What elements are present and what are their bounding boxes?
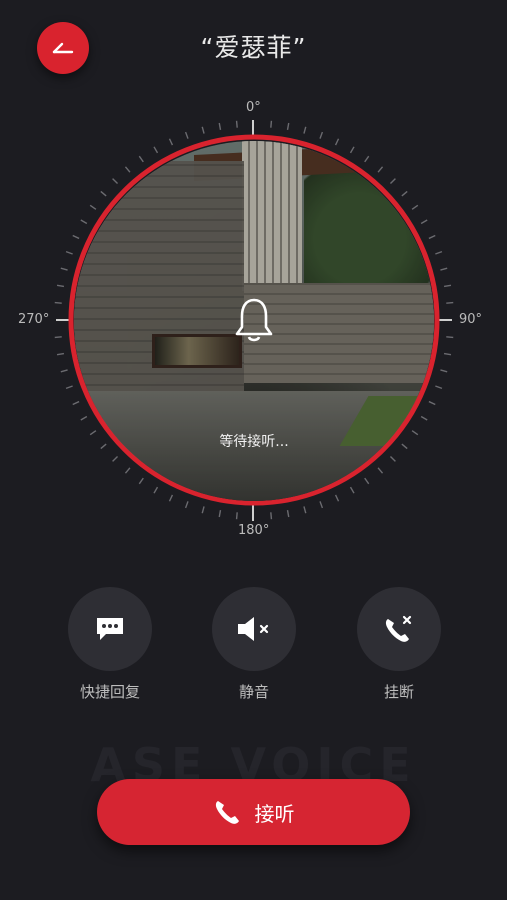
dial-tick [270, 120, 273, 128]
quick-reply-button[interactable]: 快捷回复 [68, 587, 152, 702]
dial-tick [56, 284, 65, 288]
hangup-button[interactable]: 挂断 [357, 587, 441, 702]
dial-tick [60, 267, 68, 271]
answer-button[interactable]: 接听 [97, 779, 410, 845]
dial-tick [303, 126, 307, 134]
camera-view: 等待接听... [74, 141, 434, 501]
mute-label: 静音 [238, 683, 269, 701]
dial-tick [218, 509, 222, 518]
dial-tick [446, 336, 454, 339]
degree-label-0: 0° [246, 100, 261, 115]
hangup-label: 挂断 [383, 683, 414, 701]
dial-tick [201, 126, 205, 134]
answer-label: 接听 [254, 801, 295, 826]
degree-label-90: 90° [459, 312, 483, 327]
dial-tick [184, 131, 189, 139]
dial-tick [218, 122, 222, 131]
quick-reply-label: 快捷回复 [79, 683, 140, 701]
bell-icon [235, 298, 273, 342]
dial-tick [235, 512, 238, 520]
dial-tick [319, 501, 324, 509]
dial-tick [65, 250, 73, 255]
dial-tick [319, 131, 324, 139]
action-row: 快捷回复 静音 挂断 [0, 587, 507, 707]
dial-tick [286, 122, 290, 131]
dial-tick [435, 250, 443, 255]
dial-tick [201, 506, 205, 514]
degree-label-180: 180° [238, 523, 270, 538]
dial-tick [303, 506, 307, 514]
dial-tick [54, 301, 62, 304]
mute-icon [238, 617, 269, 641]
call-status: 等待接听... [219, 434, 289, 450]
dial-tick [184, 501, 189, 509]
degree-label-270: 270° [18, 312, 50, 327]
dial-tick [443, 284, 452, 288]
dial-tick [270, 512, 273, 520]
dial-tick [446, 301, 454, 304]
hangup-icon [385, 615, 412, 642]
dial-tick [440, 369, 448, 373]
phone-icon [215, 801, 239, 824]
dial-tick [235, 120, 238, 128]
dial-tick [56, 352, 65, 356]
dial-tick [440, 267, 448, 271]
dial-tick [54, 336, 62, 339]
dial-tick [65, 385, 73, 390]
dial-tick [443, 352, 452, 356]
message-icon [97, 618, 123, 640]
dial-tick [435, 385, 443, 390]
mute-button[interactable]: 静音 [212, 587, 296, 702]
dial-tick [60, 369, 68, 373]
dial-tick [286, 509, 290, 518]
